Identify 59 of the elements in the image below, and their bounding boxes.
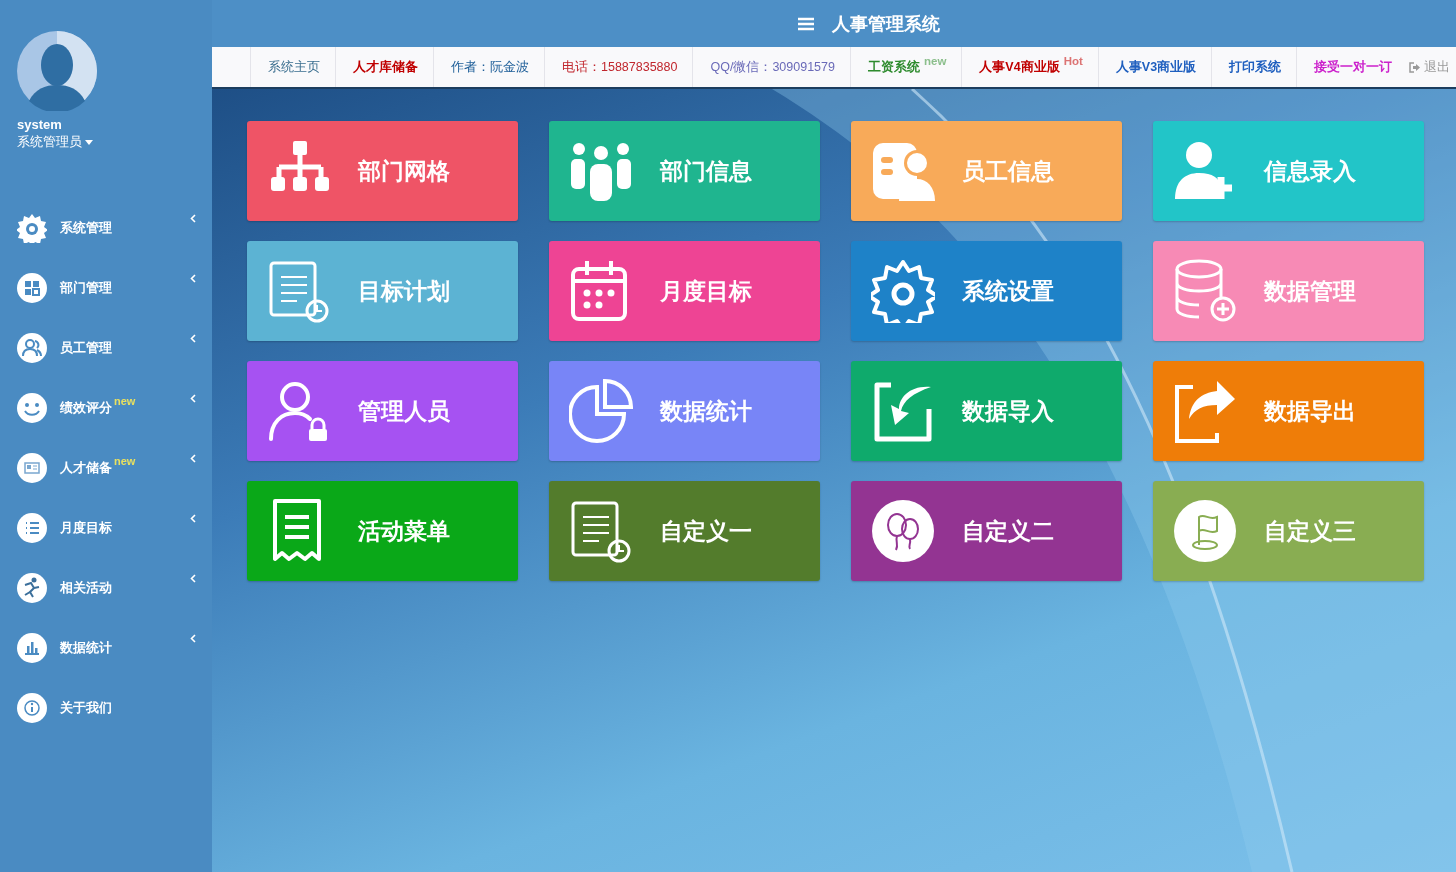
menu-tile[interactable]: 部门网格 [247, 121, 518, 221]
menu-tile[interactable]: 目标计划 [247, 241, 518, 341]
info-icon [17, 693, 47, 723]
settings-icon [871, 259, 935, 323]
menu-tile[interactable]: 自定义一 [549, 481, 820, 581]
nav-link[interactable]: 打印系统 [1211, 47, 1297, 87]
menu-tile[interactable]: 自定义三 [1153, 481, 1424, 581]
nav-link[interactable]: 人事V4商业版 Hot [961, 47, 1098, 87]
nav-link[interactable]: QQ/微信：309091579 [692, 47, 850, 87]
menu-tile[interactable]: 数据管理 [1153, 241, 1424, 341]
menu-tile[interactable]: 数据导入 [851, 361, 1122, 461]
badge-label: new [924, 55, 947, 67]
settings-icon [17, 213, 47, 243]
id-card-icon [17, 453, 47, 483]
sidebar-item[interactable]: 数据统计 [0, 618, 212, 678]
database-icon [1173, 259, 1237, 323]
badge-label: Hot [1063, 55, 1083, 67]
nav-link[interactable]: 作者：阮金波 [433, 47, 544, 87]
menu-icon[interactable] [798, 16, 814, 31]
menu-tile[interactable]: 员工信息 [851, 121, 1122, 221]
sidebar-item[interactable]: 员工管理 [0, 318, 212, 378]
badge-label: new [114, 395, 136, 407]
pie-chart-icon [569, 379, 633, 443]
running-figure-icon [17, 573, 47, 603]
user-role[interactable]: 系统管理员 [17, 133, 82, 151]
badge-label: new [114, 455, 136, 467]
nav-link[interactable]: 人事V3商业版 [1097, 47, 1212, 87]
menu-tile[interactable]: 活动菜单 [247, 481, 518, 581]
sidebar-item[interactable]: 系统管理 [0, 198, 212, 258]
list-icon [17, 513, 47, 543]
nav-link[interactable]: 电话：15887835880 [544, 47, 693, 87]
menu-tile[interactable]: 信息录入 [1153, 121, 1424, 221]
menu-tile[interactable]: 管理人员 [247, 361, 518, 461]
sidebar-item[interactable]: 月度目标 [0, 498, 212, 558]
user-name: system [17, 117, 63, 132]
schedule-icon [267, 259, 331, 323]
bar-chart-icon [17, 633, 47, 663]
nav-link[interactable]: 人才库储备 [335, 47, 433, 87]
smiley-icon [17, 393, 47, 423]
logout-icon [1409, 61, 1420, 73]
menu-tile[interactable]: 数据导出 [1153, 361, 1424, 461]
export-icon [1173, 379, 1237, 443]
menu-tile[interactable]: 部门信息 [549, 121, 820, 221]
users-icon [17, 333, 47, 363]
app-title: 人事管理系统 [832, 11, 940, 36]
nav-link[interactable]: 工资系统 new [850, 47, 962, 87]
balloons-icon [871, 499, 935, 563]
grid-icon [17, 273, 47, 303]
menu-tile[interactable]: 自定义二 [851, 481, 1122, 581]
menu-tile[interactable]: 数据统计 [549, 361, 820, 461]
menu-tile[interactable]: 月度目标 [549, 241, 820, 341]
sidebar-item[interactable]: 关于我们 [0, 678, 212, 738]
schedule-icon [569, 499, 633, 563]
flag-icon [1173, 499, 1237, 563]
sidebar-item[interactable]: 部门管理 [0, 258, 212, 318]
sidebar-item[interactable]: 相关活动 [0, 558, 212, 618]
menu-tile[interactable]: 系统设置 [851, 241, 1122, 341]
caret-icon[interactable] [85, 139, 93, 145]
nav-link[interactable]: 系统主页 [250, 47, 335, 87]
